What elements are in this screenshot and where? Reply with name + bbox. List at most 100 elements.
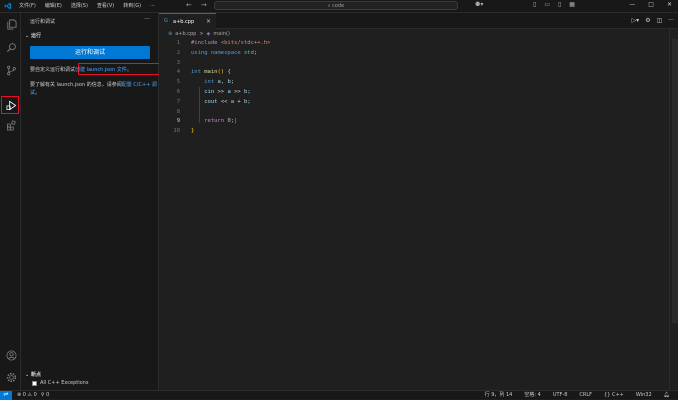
line-number: 1 — [176, 40, 180, 46]
run-debug-sidebar: 运行和调试 ··· ⌄ 运行 运行和调试 要自定义运行和调试创建 launch.… — [21, 13, 168, 390]
learn-more-prefix: 要了解有关 launch.json 的信息，请参阅 — [30, 82, 122, 88]
back-arrow-icon[interactable]: ← — [186, 1, 192, 9]
sidebar-title: 运行和调试 — [30, 19, 56, 25]
menu-edit[interactable]: 编辑(E) — [45, 2, 62, 10]
breakpoint-checkbox[interactable] — [32, 380, 37, 386]
code-token: ; — [247, 88, 251, 95]
toggle-panel-icon[interactable]: ▭ — [544, 1, 550, 8]
toggle-primary-sidebar-icon[interactable]: ▯ — [533, 1, 536, 8]
menu-more[interactable]: ··· — [150, 2, 155, 10]
code-token: <bits/stdc++.h> — [220, 40, 271, 46]
code-token: + — [237, 98, 241, 105]
breakpoints-label: 断点 — [30, 372, 41, 378]
run-debug-icon[interactable] — [5, 99, 17, 111]
function-symbol-icon: ◈ — [206, 31, 211, 37]
breakpoint-item[interactable]: All C++ Exceptions — [32, 380, 88, 386]
menu-file[interactable]: 文件(F) — [19, 2, 36, 10]
close-tab-icon[interactable]: × — [206, 18, 211, 25]
breadcrumb: ⊕ a+b.cpp > ◈ main() — [168, 31, 230, 37]
editor-area: G a+b.cpp × ▷▾ ⚙ ◫ ··· ⊕ a+b.cpp > ◈ mai… — [159, 13, 678, 390]
code-token: >> — [234, 88, 241, 95]
problems-indicator[interactable]: ⊗ 0 ⚠ 0 — [17, 392, 37, 398]
menu-bar: 文件(F) 编辑(E) 选择(S) 查看(V) 转到(G) ··· — [19, 2, 155, 10]
customize-layout-icon[interactable]: ▦ — [569, 1, 575, 8]
run-section-header[interactable]: ⌄ 运行 — [25, 32, 41, 39]
minimize-button[interactable]: — — [629, 1, 635, 8]
settings-gear-icon[interactable] — [5, 371, 17, 383]
menu-selection[interactable]: 选择(S) — [71, 2, 88, 10]
code-line: cin >> a >> b; — [191, 88, 270, 98]
command-center-label: code — [332, 3, 345, 9]
code-token: a — [230, 98, 235, 105]
learn-more-suffix: 。 — [35, 90, 41, 96]
cursor-position[interactable]: 行 9，列 14 — [485, 392, 513, 398]
cpp-file-icon: G — [164, 18, 168, 24]
code-token: } — [191, 128, 195, 135]
source-control-icon[interactable] — [5, 64, 17, 76]
command-center-search[interactable]: ⌕ code — [214, 1, 458, 10]
title-bar: 文件(F) 编辑(E) 选择(S) 查看(V) 转到(G) ··· ← → ⌕ … — [0, 0, 678, 13]
code-editor[interactable]: #include <bits/stdc++.h> using namespace… — [191, 39, 270, 137]
more-actions-icon[interactable]: ··· — [668, 17, 674, 24]
tab-label: a+b.cpp — [173, 19, 195, 25]
minimap-divider — [669, 29, 670, 389]
breakpoint-item-label: All C++ Exceptions — [40, 380, 89, 386]
code-line-active: return 0;| — [191, 117, 270, 127]
forward-arrow-icon[interactable]: → — [201, 1, 207, 9]
language-mode[interactable]: {} C++ — [604, 392, 624, 398]
breadcrumb-file[interactable]: a+b.cpp — [175, 31, 196, 37]
ports-indicator[interactable]: ⚲ 0 — [41, 392, 49, 398]
tab-a-plus-b-cpp[interactable]: G a+b.cpp × — [159, 13, 216, 29]
line-number: 2 — [176, 49, 180, 56]
line-number: 8 — [176, 108, 180, 115]
activity-bar — [0, 13, 21, 390]
code-token: cout — [204, 98, 218, 105]
toggle-secondary-sidebar-icon[interactable]: ▯ — [558, 1, 561, 8]
code-line: } — [191, 127, 270, 137]
split-editor-icon[interactable]: ◫ — [657, 17, 663, 24]
breadcrumb-symbol[interactable]: main() — [213, 31, 229, 37]
more-actions-icon[interactable]: ··· — [144, 16, 150, 23]
editor-tab-bar: G a+b.cpp × ▷▾ ⚙ ◫ ··· — [159, 13, 678, 29]
breakpoints-section-header[interactable]: ⌄ 断点 — [25, 371, 41, 378]
code-token: return — [204, 118, 225, 125]
language-label: C++ — [612, 392, 624, 398]
menu-view[interactable]: 查看(V) — [97, 2, 114, 10]
menu-go[interactable]: 转到(G) — [123, 2, 141, 10]
line-number: 10 — [173, 128, 180, 135]
encoding[interactable]: UTF-8 — [553, 392, 568, 398]
gear-icon[interactable]: ⚙ — [645, 17, 650, 24]
copilot-icon[interactable]: ⚉▾ — [475, 1, 483, 8]
code-token: a — [227, 88, 231, 95]
line-ending[interactable]: CRLF — [579, 392, 592, 398]
code-token: cin — [204, 88, 215, 95]
status-bar: ⇌ ⊗ 0 ⚠ 0 ⚲ 0 行 9，列 14 空格: 4 UTF-8 CRLF … — [0, 390, 678, 400]
code-token: namespace — [210, 49, 241, 56]
breadcrumb-separator: > — [199, 31, 204, 37]
line-number: 6 — [176, 88, 180, 95]
maximize-button[interactable]: □ — [648, 1, 654, 8]
create-launch-json-link[interactable]: 创建 launch.json 文件 — [75, 67, 127, 73]
run-and-debug-button[interactable]: 运行和调试 — [30, 46, 150, 59]
line-number-active: 9 — [176, 118, 180, 125]
indentation[interactable]: 空格: 4 — [524, 392, 540, 398]
customize-hint-suffix: 。 — [126, 67, 132, 73]
platform[interactable]: Win32 — [636, 392, 652, 398]
vscode-logo-icon — [4, 2, 12, 10]
code-line: int a, b; — [191, 78, 270, 88]
close-window-button[interactable]: ✕ — [667, 1, 672, 8]
explorer-files-icon[interactable] — [5, 18, 17, 30]
line-number: 4 — [176, 69, 180, 76]
extensions-icon[interactable] — [5, 119, 17, 131]
editor-scrollbar[interactable] — [672, 39, 678, 323]
search-icon[interactable] — [5, 41, 17, 53]
account-icon[interactable] — [5, 349, 17, 361]
customize-hint-prefix: 要自定义运行和调试 — [30, 67, 76, 73]
code-line: using namespace std; — [191, 49, 270, 59]
code-line: #include <bits/stdc++.h> — [191, 39, 270, 49]
run-file-icon[interactable]: ▷▾ — [632, 17, 640, 24]
notifications-bell-icon[interactable]: 🔔︎ — [664, 392, 670, 398]
code-token: std — [244, 49, 254, 56]
